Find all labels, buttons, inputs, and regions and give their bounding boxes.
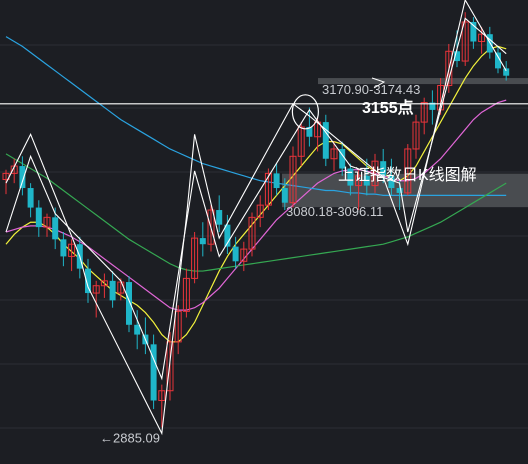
candle-body	[273, 173, 280, 189]
zone-label-lower: 3080.18-3096.11	[286, 204, 383, 219]
candle-body	[503, 68, 510, 76]
candle-body	[396, 188, 403, 193]
candle-body	[232, 246, 239, 262]
candle-body	[281, 188, 288, 203]
candle-body	[216, 210, 223, 225]
candle-body	[199, 238, 206, 245]
candle-body	[126, 282, 132, 325]
candle-body	[27, 188, 34, 208]
low-marker-label: ←2885.09	[100, 430, 160, 445]
kline-chart: 3170.90-3174.43 3155点上证指数日K线图解 3080.18-309…	[0, 0, 528, 464]
candle-body	[60, 239, 67, 257]
chart-title: 上证指数日K线图解	[338, 166, 477, 184]
zone-label-upper: 3170.90-3174.43	[322, 82, 420, 97]
candle-body	[52, 217, 59, 240]
trend-line	[5, 0, 507, 436]
key-level-label: 3155点	[362, 98, 414, 117]
candle-body	[35, 207, 42, 228]
peak-circle	[291, 94, 319, 130]
candle-body	[109, 280, 116, 301]
chart-canvas: 3170.90-3174.433155点上证指数日K线图解 3080.18-309…	[0, 0, 528, 445]
candle-body	[19, 166, 26, 189]
